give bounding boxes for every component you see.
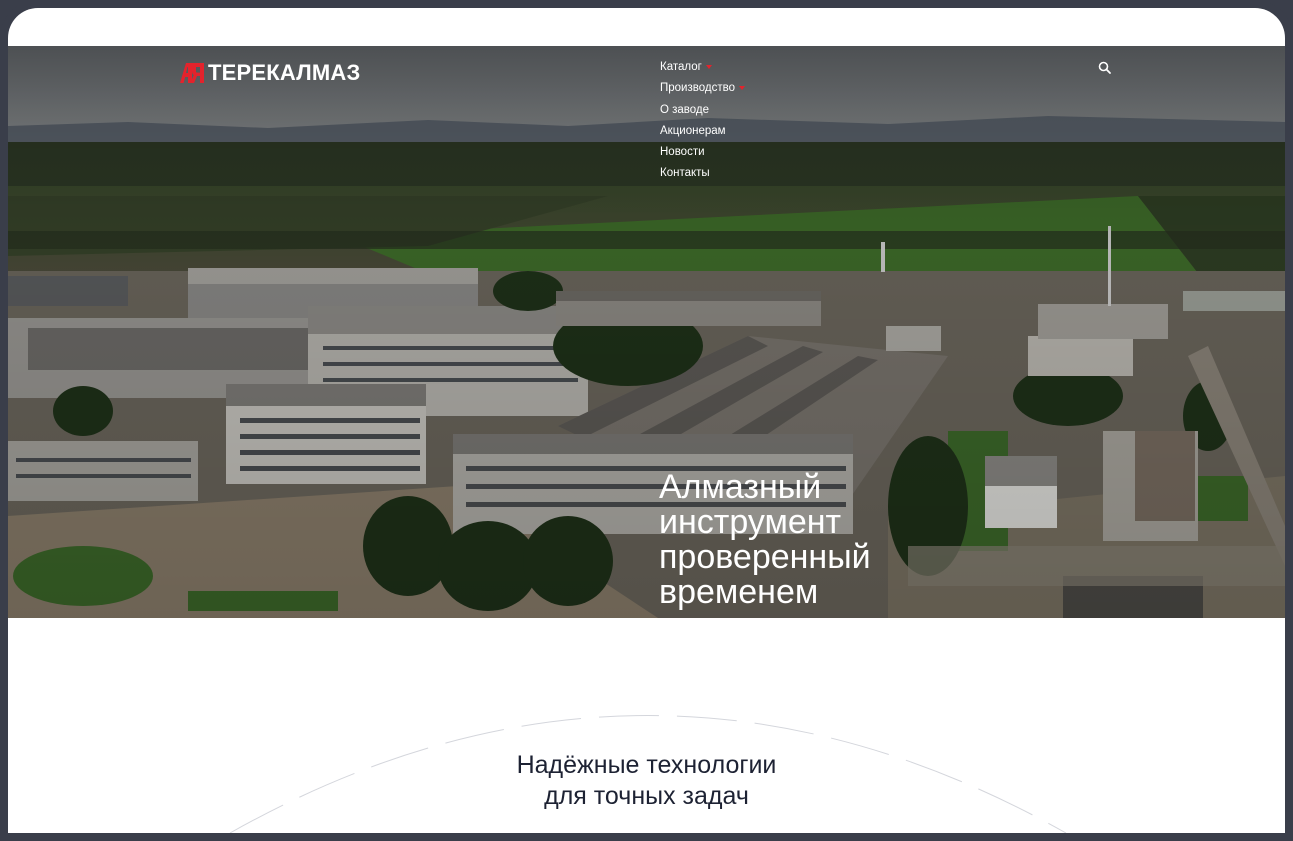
search-button[interactable] xyxy=(1097,60,1113,76)
nav-item-contacts[interactable]: Контакты xyxy=(660,163,745,184)
nav-item-shareholders[interactable]: Акционерам xyxy=(660,121,745,142)
nav-item-production[interactable]: Производство xyxy=(660,78,745,99)
nav-item-label: Производство xyxy=(660,82,735,95)
section-title: Надёжные технологии для точных задач xyxy=(8,750,1285,812)
browser-viewport: ТЕРЕКАЛМАЗ Каталог Производство О заводе… xyxy=(8,8,1285,833)
hero-overlay xyxy=(8,46,1285,618)
nav-item-label: Контакты xyxy=(660,167,710,180)
hero-title: Алмазный инструмент проверенный временем xyxy=(659,470,989,610)
section-title-line: Надёжные технологии xyxy=(516,751,777,779)
hero-title-line: Алмазный xyxy=(659,468,822,506)
hero-title-line: проверенный xyxy=(659,538,871,576)
nav-item-catalog[interactable]: Каталог xyxy=(660,57,745,78)
hero-section: ТЕРЕКАЛМАЗ Каталог Производство О заводе… xyxy=(8,46,1285,618)
dropdown-caret-icon xyxy=(738,86,745,91)
hero-title-line: временем xyxy=(659,573,819,611)
nav-item-label: Каталог xyxy=(660,61,702,73)
main-nav: Каталог Производство О заводе Акционерам… xyxy=(660,57,745,185)
terekalmaz-logo-mark-icon xyxy=(180,63,204,83)
nav-item-label: Новости xyxy=(660,146,705,159)
nav-item-news[interactable]: Новости xyxy=(660,142,745,163)
logo-text: ТЕРЕКАЛМАЗ xyxy=(208,60,361,85)
nav-item-label: Акционерам xyxy=(660,124,726,137)
dropdown-caret-icon xyxy=(705,64,712,69)
nav-item-label: О заводе xyxy=(660,103,710,116)
nav-item-about[interactable]: О заводе xyxy=(660,100,745,121)
hero-title-line: инструмент xyxy=(659,503,842,541)
logo-link[interactable]: ТЕРЕКАЛМАЗ xyxy=(180,60,360,86)
search-icon xyxy=(1098,61,1111,74)
section-title-line: для точных задач xyxy=(544,782,749,810)
